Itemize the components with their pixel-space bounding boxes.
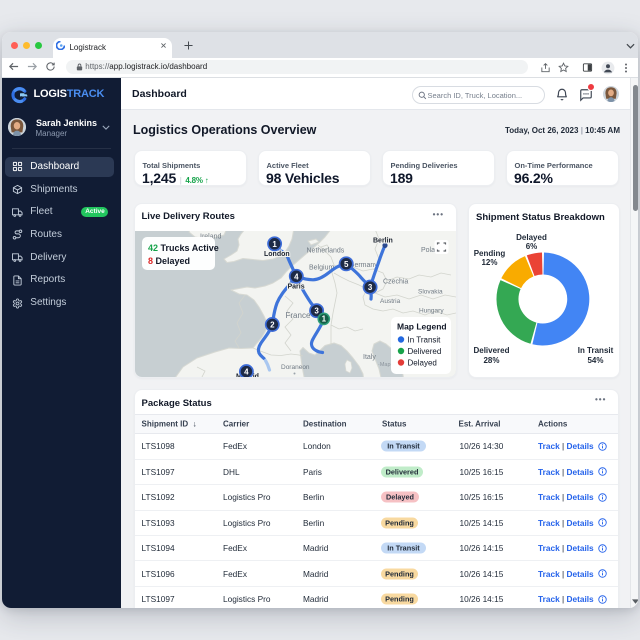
svg-text:3: 3 [368,283,373,292]
svg-text:Italy: Italy [363,354,376,361]
svg-text:London: London [264,251,290,258]
svg-text:Hungary: Hungary [419,307,444,314]
svg-text:2: 2 [270,320,275,329]
svg-text:Slovakia: Slovakia [418,288,443,295]
svg-text:Austria: Austria [380,298,401,305]
svg-text:5: 5 [344,259,349,268]
svg-text:Doraneon: Doraneon [281,364,310,371]
svg-text:Delivered: Delivered [408,347,442,356]
svg-text:4: 4 [294,272,299,281]
svg-text:Delayed: Delayed [408,358,437,367]
svg-text:Berlin: Berlin [373,237,393,244]
svg-text:8 Delayed: 8 Delayed [148,256,190,266]
svg-text:1: 1 [322,314,327,323]
svg-text:1: 1 [272,239,277,248]
svg-text:Czechia: Czechia [383,278,408,285]
svg-text:Map Legend: Map Legend [397,321,447,331]
svg-text:Netherlands: Netherlands [307,247,345,254]
svg-text:42 Trucks Active: 42 Trucks Active [148,243,219,253]
svg-text:3: 3 [314,306,319,315]
svg-text:In Transit: In Transit [408,335,442,344]
svg-text:Paris: Paris [288,283,305,290]
svg-text:France: France [286,311,311,320]
svg-text:·Map: ·Map [378,362,391,368]
svg-text:4: 4 [244,367,249,376]
